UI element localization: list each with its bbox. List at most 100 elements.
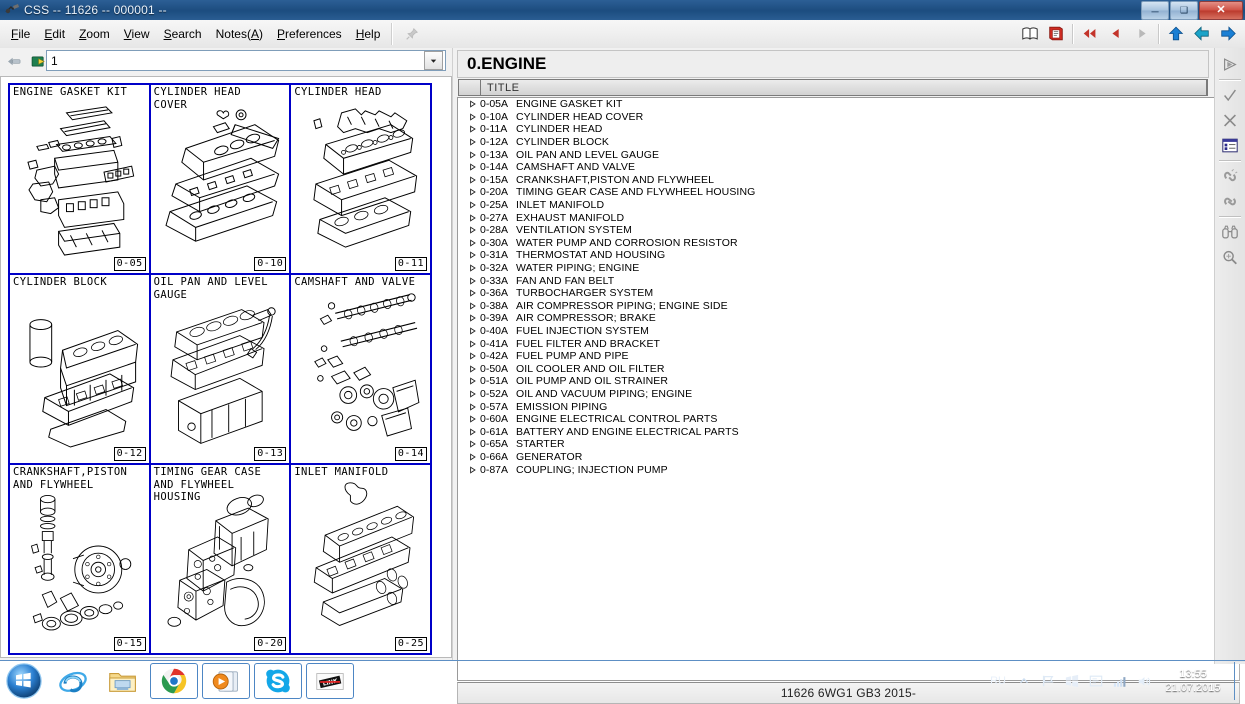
- menu-search[interactable]: Search: [157, 24, 209, 44]
- file-explorer-icon[interactable]: [100, 664, 146, 698]
- list-item[interactable]: 0-33A FAN AND FAN BELT: [458, 274, 1239, 287]
- nav-back-icon[interactable]: [3, 51, 25, 71]
- list-item[interactable]: 0-12A CYLINDER BLOCK: [458, 136, 1239, 149]
- list-item[interactable]: 0-10A CYLINDER HEAD COVER: [458, 111, 1239, 124]
- menu-edit[interactable]: Edit: [37, 24, 72, 44]
- expand-triangle-icon[interactable]: [466, 125, 480, 134]
- google-chrome-icon[interactable]: [150, 663, 198, 699]
- list-item[interactable]: 0-41A FUEL FILTER AND BRACKET: [458, 337, 1239, 350]
- expand-triangle-icon[interactable]: [466, 302, 480, 310]
- list-item[interactable]: 0-15A CRANKSHAFT,PISTON AND FLYWHEEL: [458, 174, 1239, 187]
- signal-bars-icon[interactable]: [1108, 661, 1132, 701]
- book-open-icon[interactable]: [1017, 22, 1043, 46]
- book-red-icon[interactable]: [1043, 22, 1069, 46]
- maximize-button[interactable]: ❑: [1170, 1, 1198, 20]
- expand-triangle-icon[interactable]: [466, 226, 480, 234]
- expand-triangle-icon[interactable]: [466, 188, 480, 197]
- list-item[interactable]: 0-39A AIR COMPRESSOR; BRAKE: [458, 312, 1239, 325]
- menu-zoom[interactable]: Zoom: [72, 24, 117, 44]
- expand-triangle-icon[interactable]: [466, 440, 480, 448]
- expand-triangle-icon[interactable]: [466, 314, 480, 322]
- show-hidden-icons-chevron[interactable]: [1012, 661, 1036, 701]
- thumbnail-item[interactable]: CYLINDER HEAD COVER 0-10: [150, 85, 292, 275]
- thumbnail-item[interactable]: ENGINE GASKET KIT 0-05: [10, 85, 151, 275]
- network-windows-icon[interactable]: [1060, 661, 1084, 701]
- zoom-search-icon[interactable]: [1217, 245, 1243, 270]
- list-item[interactable]: 0-38A AIR COMPRESSOR PIPING; ENGINE SIDE: [458, 300, 1239, 313]
- list-item[interactable]: 0-66A GENERATOR: [458, 451, 1239, 464]
- link-break-icon[interactable]: [1217, 164, 1243, 189]
- expand-triangle-icon[interactable]: [466, 428, 480, 436]
- list-item[interactable]: 0-42A FUEL PUMP AND PIPE: [458, 350, 1239, 363]
- expand-triangle-icon[interactable]: [466, 251, 480, 260]
- rewind-icon[interactable]: [1077, 22, 1103, 46]
- expand-triangle-icon[interactable]: [466, 151, 480, 159]
- previous-icon[interactable]: [1103, 22, 1129, 46]
- list-item[interactable]: 0-51A OIL PUMP AND OIL STRAINER: [458, 375, 1239, 388]
- forward-arrow-icon[interactable]: [1215, 22, 1241, 46]
- list-item[interactable]: 0-30A WATER PUMP AND CORROSION RESISTOR: [458, 237, 1239, 250]
- list-item[interactable]: 0-14A CAMSHAFT AND VALVE: [458, 161, 1239, 174]
- expand-triangle-icon[interactable]: [466, 289, 480, 297]
- column-header-expander[interactable]: [459, 80, 481, 95]
- thumbnail-item[interactable]: CAMSHAFT AND VALVE 0-14: [291, 275, 432, 465]
- thumbnail-item[interactable]: INLET MANIFOLD 0-25: [291, 465, 432, 655]
- binoculars-icon[interactable]: [1217, 220, 1243, 245]
- list-item[interactable]: 0-40A FUEL INJECTION SYSTEM: [458, 325, 1239, 338]
- list-item[interactable]: 0-31A THERMOSTAT AND HOUSING: [458, 249, 1239, 262]
- menu-view[interactable]: View: [117, 24, 157, 44]
- close-x-icon[interactable]: [1217, 108, 1243, 133]
- back-arrow-icon[interactable]: [1189, 22, 1215, 46]
- thumbnail-item[interactable]: OIL PAN AND LEVEL GAUGE 0-13: [150, 275, 292, 465]
- list-window-icon[interactable]: [1217, 133, 1243, 158]
- expand-triangle-icon[interactable]: [466, 176, 480, 184]
- expand-triangle-icon[interactable]: [466, 365, 480, 373]
- list-item[interactable]: 0-61A BATTERY AND ENGINE ELECTRICAL PARTS: [458, 425, 1239, 438]
- list-item[interactable]: 0-32A WATER PIPING; ENGINE: [458, 262, 1239, 275]
- clock[interactable]: 13:55 21.07.2015: [1156, 667, 1230, 695]
- expand-triangle-icon[interactable]: [466, 163, 480, 171]
- expand-triangle-icon[interactable]: [466, 239, 480, 247]
- skype-icon[interactable]: [254, 663, 302, 699]
- menu-preferences[interactable]: Preferences: [270, 24, 349, 44]
- list-item[interactable]: 0-57A EMISSION PIPING: [458, 400, 1239, 413]
- expand-triangle-icon[interactable]: [466, 390, 480, 398]
- next-icon[interactable]: [1129, 22, 1155, 46]
- explorer-tray-icon[interactable]: [1084, 661, 1108, 701]
- list-item[interactable]: 0-05A ENGINE GASKET KIT: [458, 98, 1239, 111]
- expand-triangle-icon[interactable]: [466, 377, 480, 385]
- list-item[interactable]: 0-28A VENTILATION SYSTEM: [458, 224, 1239, 237]
- list-item[interactable]: 0-65A STARTER: [458, 438, 1239, 451]
- list-item[interactable]: 0-25A INLET MANIFOLD: [458, 199, 1239, 212]
- language-indicator[interactable]: RU: [984, 675, 1012, 687]
- media-player-icon[interactable]: [202, 663, 250, 699]
- expand-triangle-icon[interactable]: [466, 100, 480, 108]
- expand-triangle-icon[interactable]: [466, 453, 480, 461]
- thumbnail-item[interactable]: TIMING GEAR CASE AND FLYWHEEL HOUSING 0-…: [150, 465, 292, 655]
- thumbnail-item[interactable]: CYLINDER BLOCK 0-12: [10, 275, 151, 465]
- list-item[interactable]: 0-27A EXHAUST MANIFOLD: [458, 211, 1239, 224]
- link-icon[interactable]: [1217, 189, 1243, 214]
- list-item[interactable]: 0-50A OIL COOLER AND OIL FILTER: [458, 362, 1239, 375]
- expand-triangle-icon[interactable]: [466, 201, 480, 209]
- css-app-icon[interactable]: LINK: [306, 663, 354, 699]
- column-header-title[interactable]: TITLE: [481, 80, 1207, 95]
- minimize-button[interactable]: ─: [1141, 1, 1169, 20]
- page-combobox[interactable]: 1: [46, 50, 446, 71]
- list-item[interactable]: 0-20A TIMING GEAR CASE AND FLYWHEEL HOUSI…: [458, 186, 1239, 199]
- chevron-down-icon[interactable]: [424, 51, 443, 70]
- start-orb[interactable]: [2, 663, 46, 699]
- expand-triangle-icon[interactable]: [466, 264, 480, 272]
- expand-triangle-icon[interactable]: [466, 113, 480, 121]
- flag-action-center-icon[interactable]: [1036, 661, 1060, 701]
- expand-triangle-icon[interactable]: [466, 415, 480, 423]
- expand-triangle-icon[interactable]: [466, 402, 480, 411]
- list-item[interactable]: 0-87A COUPLING; INJECTION PUMP: [458, 463, 1239, 476]
- expand-triangle-icon[interactable]: [466, 138, 480, 146]
- up-arrow-icon[interactable]: [1163, 22, 1189, 46]
- expand-triangle-icon[interactable]: [466, 214, 480, 222]
- thumbnail-item[interactable]: CYLINDER HEAD 0-11: [291, 85, 432, 275]
- menu-help[interactable]: Help: [349, 24, 388, 44]
- volume-speaker-icon[interactable]: [1132, 661, 1156, 701]
- pin-icon[interactable]: [397, 22, 427, 46]
